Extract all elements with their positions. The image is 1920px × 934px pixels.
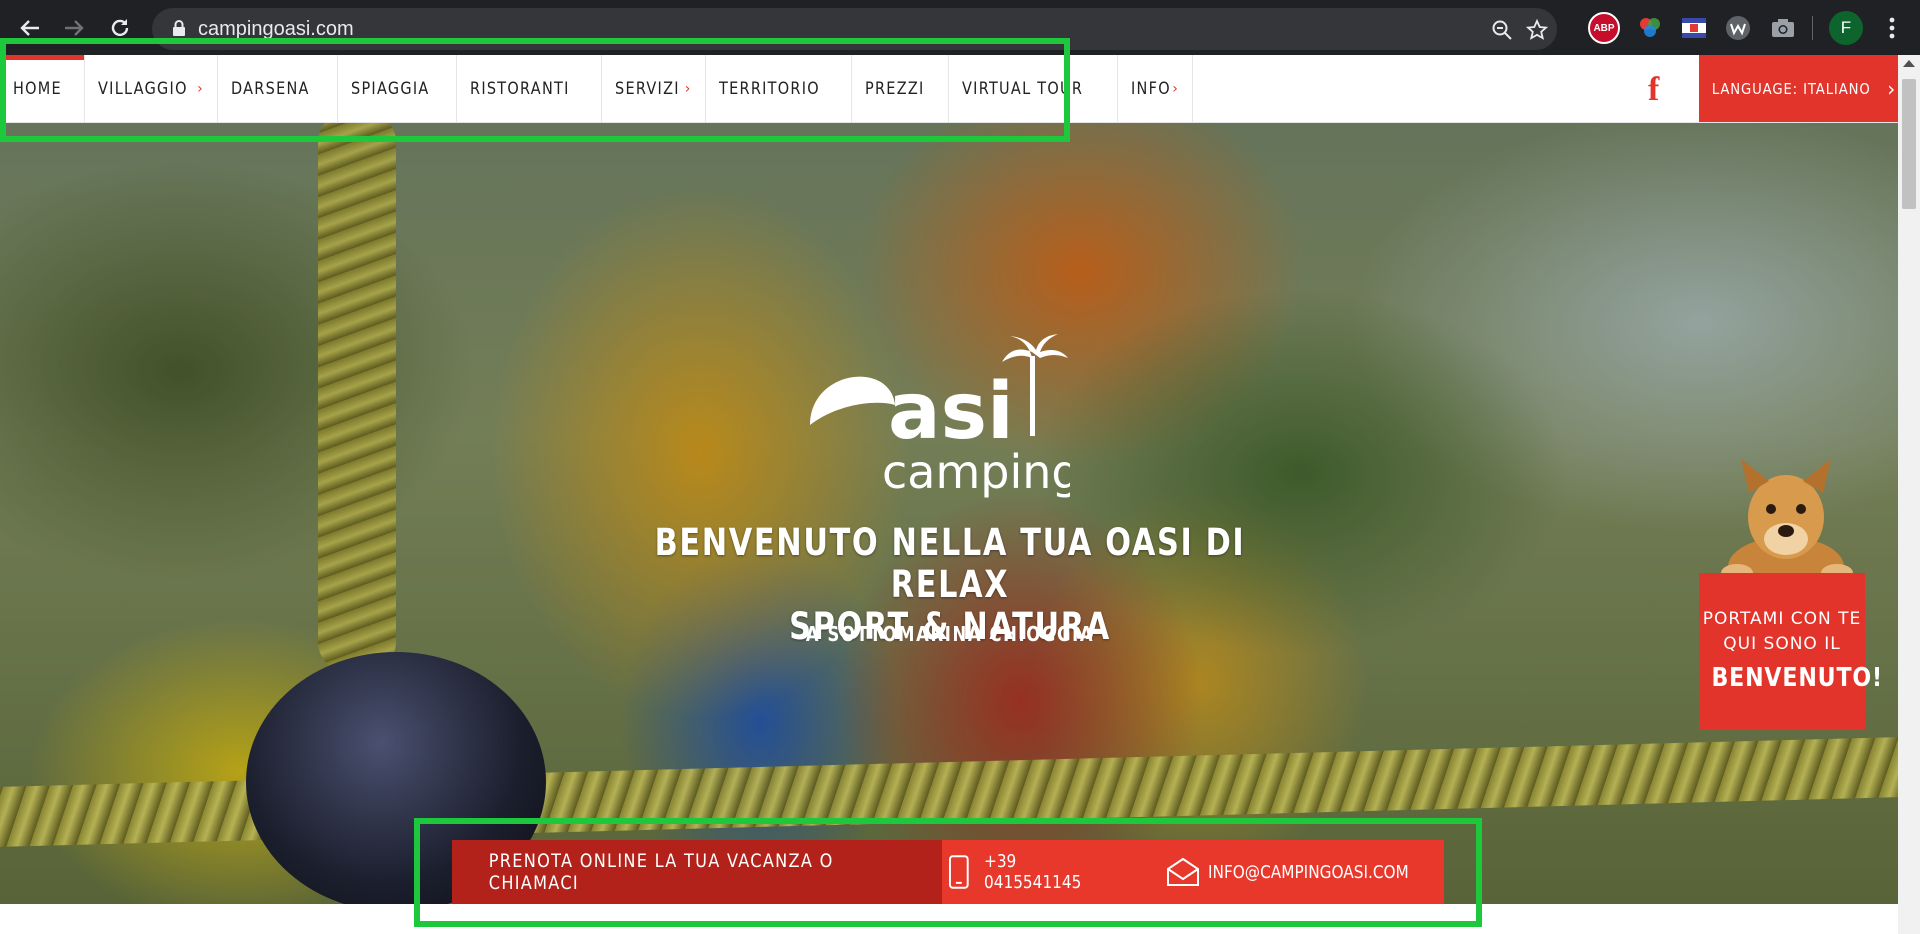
email-contact[interactable]: INFO@CAMPINGOASI.COM — [1166, 857, 1444, 887]
pet-promo-card: PORTAMI CON TE QUI SONO IL BENVENUTO! — [1699, 573, 1883, 730]
nav-item-label: SPIAGGIA — [350, 78, 430, 99]
nav-item-home[interactable]: HOME — [0, 55, 85, 122]
nav-item-territorio[interactable]: TERRITORIO — [706, 55, 852, 122]
nav-item-darsena[interactable]: DARSENA — [218, 55, 338, 122]
nav-item-label: INFO — [1131, 78, 1172, 99]
page-scrollbar[interactable] — [1898, 55, 1920, 934]
color-wheel-icon[interactable] — [1634, 12, 1666, 44]
language-selector-button[interactable]: LANGUAGE: ITALIANO › — [1699, 55, 1898, 122]
nav-item-label: VILLAGGIO — [97, 78, 188, 99]
nav-item-label: RISTORANTI — [470, 78, 570, 99]
main-menu: HOME VILLAGGIO › DARSENA SPIAGGIA RISTORA… — [0, 55, 1194, 122]
zoom-out-icon[interactable] — [1489, 17, 1515, 43]
book-online-button[interactable]: PRENOTA ONLINE LA TUA VACANZA O CHIAMACI — [452, 840, 943, 904]
scroll-up-arrow-icon[interactable] — [1903, 60, 1915, 67]
abp-icon[interactable]: ABP — [1588, 12, 1620, 44]
w-extension-icon[interactable] — [1722, 12, 1754, 44]
reload-button[interactable] — [98, 6, 142, 50]
hero-headline-line1: BENVENUTO NELLA TUA OASI DI RELAX — [654, 521, 1246, 606]
pet-friendly-promo[interactable]: PORTAMI CON TE QUI SONO IL BENVENUTO! — [1699, 455, 1883, 730]
email-address: INFO@CAMPINGOASI.COM — [1207, 861, 1409, 883]
forward-button[interactable] — [52, 6, 96, 50]
facebook-icon[interactable]: f — [1648, 71, 1672, 108]
logo-main-text: asi — [888, 367, 1014, 457]
flag-extension-icon[interactable] — [1678, 12, 1710, 44]
booking-bar: PRENOTA ONLINE LA TUA VACANZA O CHIAMACI… — [452, 840, 1444, 904]
submenu-caret-icon: › — [684, 80, 692, 97]
nav-item-villaggio[interactable]: VILLAGGIO › — [85, 55, 219, 122]
kebab-menu-icon — [1889, 17, 1895, 39]
nav-item-label: TERRITORIO — [718, 78, 820, 99]
reload-icon — [111, 19, 129, 37]
browser-menu-button[interactable] — [1870, 6, 1914, 50]
url-text: campingoasi.com — [198, 18, 354, 40]
nav-item-spiaggia[interactable]: SPIAGGIA — [338, 55, 458, 122]
phone-icon — [949, 855, 969, 889]
book-online-label: PRENOTA ONLINE LA TUA VACANZA O CHIAMACI — [488, 850, 834, 894]
chevron-right-icon: › — [1887, 76, 1897, 101]
bookmark-star-icon[interactable] — [1524, 17, 1550, 43]
nav-item-prezzi[interactable]: PREZZI — [852, 55, 949, 122]
site-navigation: HOME VILLAGGIO › DARSENA SPIAGGIA RISTORA… — [0, 55, 1898, 123]
language-label: LANGUAGE: ITALIANO — [1711, 79, 1871, 98]
back-arrow-icon — [20, 20, 39, 36]
phone-number: +39 0415541145 — [983, 851, 1082, 893]
phone-contact[interactable]: +39 0415541145 — [948, 851, 1140, 893]
forward-arrow-icon — [65, 20, 84, 36]
toolbar-divider — [1812, 16, 1813, 40]
nav-item-virtual-tour[interactable]: VIRTUAL TOUR — [949, 55, 1119, 122]
nav-item-label: VIRTUAL TOUR — [961, 78, 1083, 99]
nav-item-info[interactable]: INFO › — [1118, 55, 1194, 122]
camera-icon[interactable] — [1767, 12, 1799, 44]
vertical-rope — [318, 122, 396, 672]
oasi-camping-logo: asi camping — [810, 334, 1070, 499]
nav-item-servizi[interactable]: SERVIZI › — [602, 55, 706, 122]
nav-item-label: DARSENA — [231, 78, 310, 99]
pet-promo-line3: BENVENUTO! — [1711, 663, 1883, 693]
address-bar[interactable]: campingoasi.com — [152, 8, 1557, 50]
nav-item-label: HOME — [13, 78, 62, 99]
profile-avatar[interactable]: F — [1829, 11, 1863, 45]
nav-item-label: SERVIZI — [614, 78, 680, 99]
pet-promo-line1: PORTAMI CON TE — [1702, 609, 1862, 629]
lock-icon — [172, 19, 186, 42]
submenu-caret-icon: › — [197, 80, 205, 97]
submenu-caret-icon: › — [1172, 80, 1180, 97]
browser-toolbar: campingoasi.com ABP F — [0, 0, 1920, 55]
pet-promo-line2: QUI SONO IL — [1723, 634, 1841, 654]
hero-background — [0, 122, 1898, 904]
hero-subline: A SOTTOMARINA CHIOGGIA — [805, 622, 1095, 646]
nav-item-label: PREZZI — [864, 78, 925, 99]
scrollbar-thumb[interactable] — [1902, 79, 1916, 209]
logo-sub-text: camping — [882, 445, 1070, 499]
envelope-icon — [1166, 857, 1199, 886]
back-button[interactable] — [8, 6, 52, 50]
nav-item-ristoranti[interactable]: RISTORANTI — [457, 55, 602, 122]
dog-image — [1721, 459, 1853, 585]
